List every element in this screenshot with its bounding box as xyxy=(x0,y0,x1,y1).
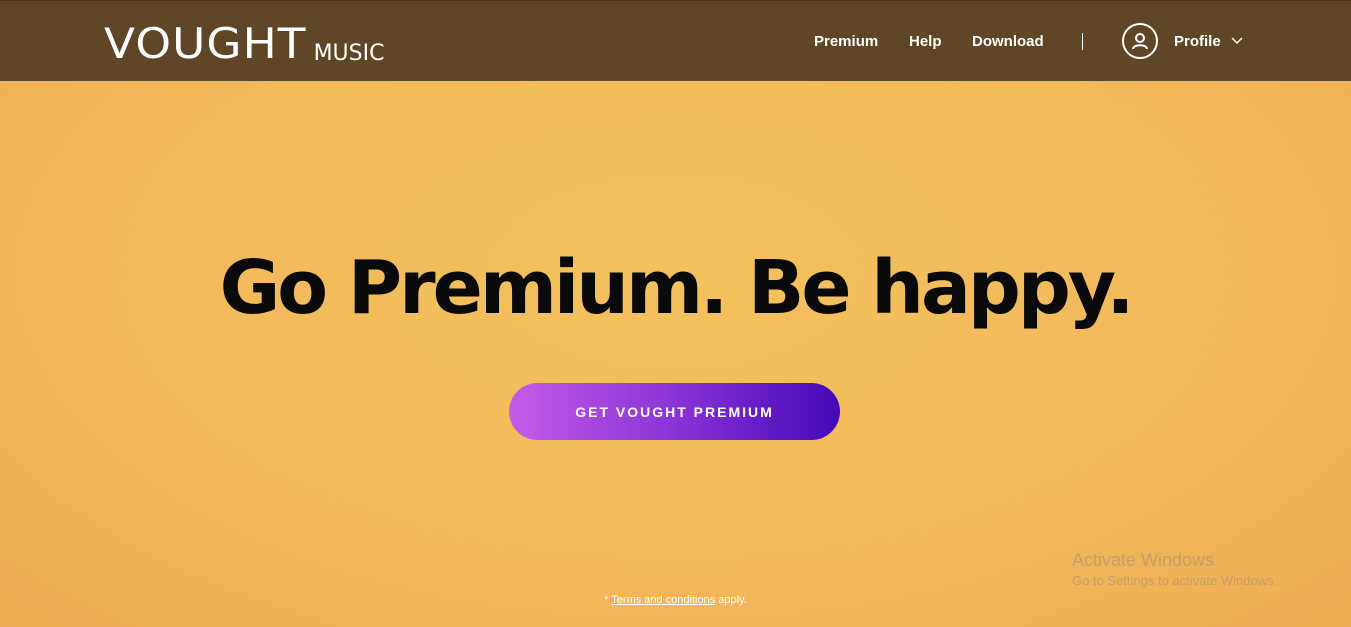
nav-link-premium[interactable]: Premium xyxy=(814,33,878,50)
terms-note: * Terms and conditions apply. xyxy=(0,594,1351,606)
page: VOUGHT MUSIC Premium Help Download Profi… xyxy=(0,0,1351,627)
logo-wordmark: VOUGHT xyxy=(104,19,307,68)
terms-and-conditions-link[interactable]: Terms and conditions xyxy=(611,594,715,606)
watermark-title: Activate Windows xyxy=(1072,550,1215,570)
watermark-subtitle: Go to Settings to activate Windows. xyxy=(1072,573,1278,588)
top-navigation-bar: VOUGHT MUSIC Premium Help Download Profi… xyxy=(0,0,1351,81)
hero-headline: Go Premium. Be happy. xyxy=(219,245,1135,331)
user-icon xyxy=(1122,23,1158,59)
logo-subtitle: MUSIC xyxy=(313,41,385,66)
profile-menu-button[interactable]: Profile xyxy=(1122,21,1243,61)
nav-item-download: Download xyxy=(972,1,1044,82)
vought-music-logo[interactable]: VOUGHT MUSIC xyxy=(104,15,384,65)
hero-section: Go Premium. Be happy. GET VOUGHT PREMIUM… xyxy=(0,81,1351,627)
terms-suffix: apply. xyxy=(715,594,747,606)
get-premium-button[interactable]: GET VOUGHT PREMIUM xyxy=(509,383,840,440)
activate-windows-watermark: Activate Windows Go to Settings to activ… xyxy=(1072,549,1277,591)
nav-link-help[interactable]: Help xyxy=(909,33,942,50)
nav-link-download[interactable]: Download xyxy=(972,33,1044,50)
chevron-down-icon xyxy=(1231,37,1243,45)
nav-item-help: Help xyxy=(909,1,942,82)
profile-label: Profile xyxy=(1174,32,1221,50)
nav-divider xyxy=(1082,33,1083,50)
nav-item-premium: Premium xyxy=(814,1,878,82)
